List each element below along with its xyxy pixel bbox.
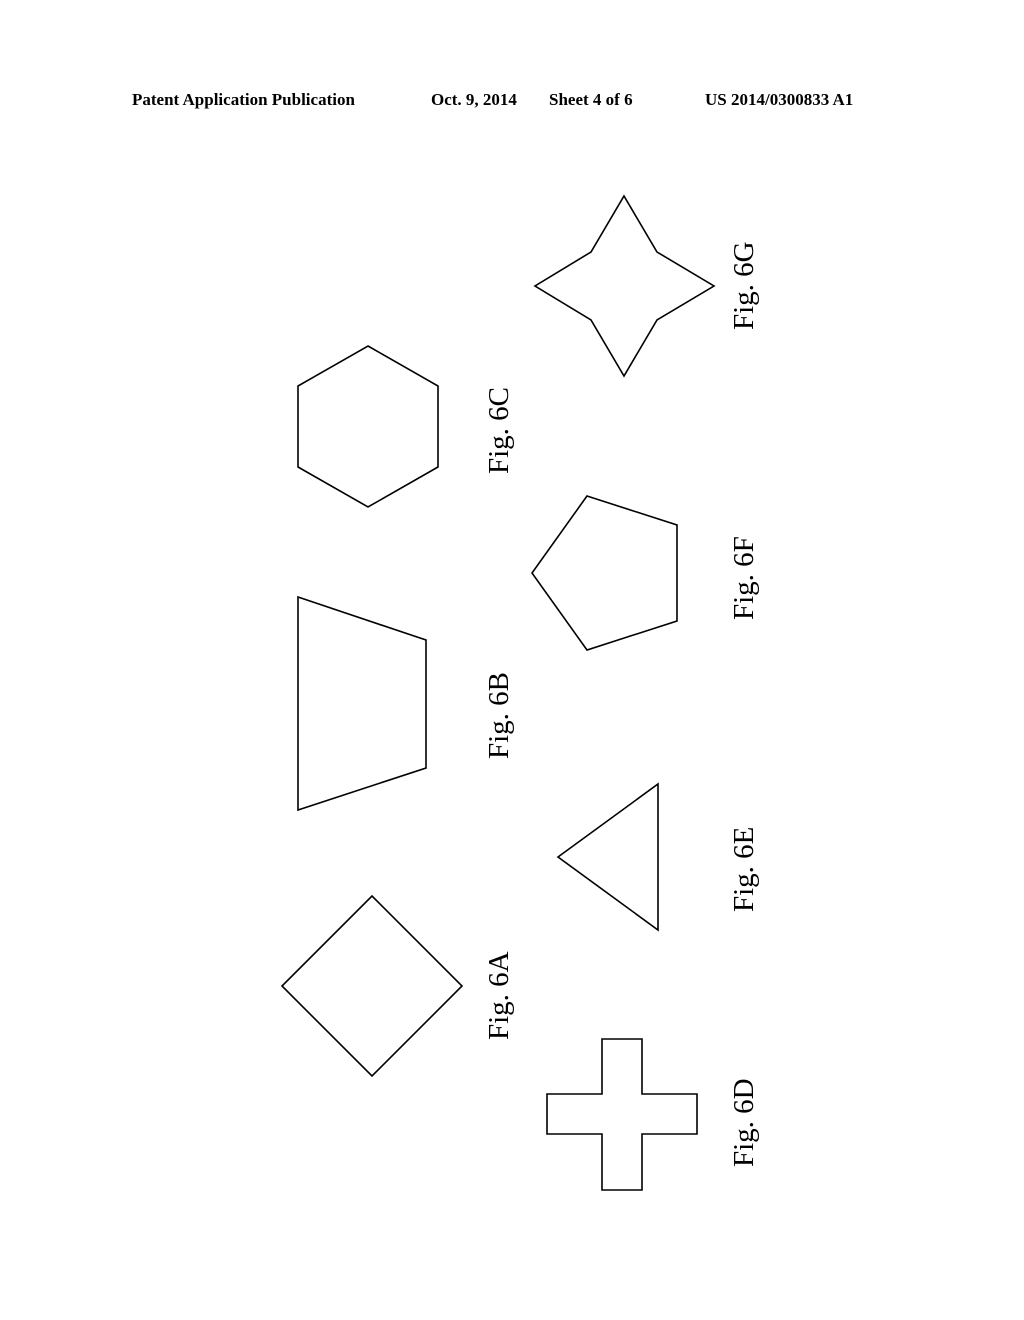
hexagon-shape bbox=[297, 345, 439, 508]
figure-6d: Fig. 6D bbox=[546, 1038, 760, 1191]
figure-6a-label: Fig. 6A bbox=[483, 951, 515, 1040]
figure-6e: Fig. 6E bbox=[556, 782, 760, 932]
figure-6c: Fig. 6C bbox=[297, 345, 515, 508]
four-pointed-star-shape bbox=[533, 194, 716, 378]
pentagon-shape bbox=[531, 495, 678, 651]
figure-6f-label: Fig. 6F bbox=[728, 536, 760, 620]
figure-6e-label: Fig. 6E bbox=[728, 827, 760, 912]
figure-6b: Fig. 6B bbox=[297, 595, 515, 812]
cross-shape bbox=[546, 1038, 698, 1191]
triangle-shape bbox=[556, 782, 659, 932]
figure-6g-label: Fig. 6G bbox=[728, 241, 760, 330]
figure-6b-label: Fig. 6B bbox=[483, 672, 515, 759]
figure-6d-label: Fig. 6D bbox=[728, 1078, 760, 1167]
figure-6c-label: Fig. 6C bbox=[483, 387, 515, 474]
figure-6f: Fig. 6F bbox=[531, 495, 760, 651]
diamond-shape bbox=[280, 894, 464, 1078]
figure-6a: Fig. 6A bbox=[280, 894, 515, 1078]
figure-sheet: Fig. 6A Fig. 6B Fig. 6C Fig. 6D Fig. 6E … bbox=[280, 194, 760, 1191]
trapezoid-shape bbox=[297, 595, 427, 812]
figure-6g: Fig. 6G bbox=[533, 194, 760, 378]
